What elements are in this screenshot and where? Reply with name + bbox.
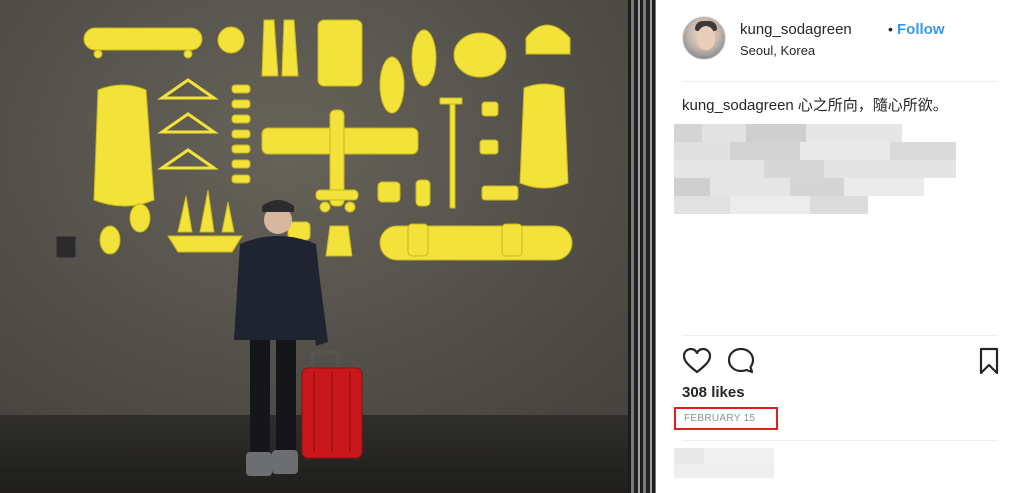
post-date[interactable]: FEBRUARY 15 — [684, 413, 755, 424]
caption-username-link[interactable]: kung_sodagreen — [682, 97, 794, 114]
post-side-panel: kung_sodagreen • Follow Seoul, Korea kun… — [656, 0, 1024, 493]
yellow-hanger-2 — [157, 112, 219, 134]
date-divider — [682, 440, 998, 441]
yellow-fin-left — [261, 19, 279, 77]
post-header: kung_sodagreen • Follow Seoul, Korea — [682, 16, 998, 64]
header-divider — [682, 81, 998, 82]
wall-plaque — [55, 235, 77, 259]
red-suitcase — [301, 350, 363, 459]
yellow-helmet-2 — [525, 24, 571, 55]
yellow-hat — [453, 32, 507, 78]
yellow-hanger-1 — [157, 78, 219, 100]
yellow-helmet — [217, 26, 245, 54]
username-link[interactable]: kung_sodagreen — [740, 21, 852, 38]
date-highlight-box: FEBRUARY 15 — [674, 407, 778, 430]
yellow-fin-right — [281, 19, 299, 77]
post-photo[interactable] — [0, 0, 656, 493]
yellow-boot-2 — [325, 225, 353, 257]
bookmark-icon[interactable] — [974, 346, 1004, 376]
yellow-backpack — [93, 84, 155, 207]
yellow-boot — [411, 29, 437, 87]
follow-button[interactable]: Follow — [897, 21, 945, 38]
location-link[interactable]: Seoul, Korea — [740, 43, 815, 58]
yellow-shoe — [379, 56, 405, 114]
photo-scene — [55, 19, 573, 476]
likes-count[interactable]: 308 likes — [682, 384, 745, 401]
caption-text: 心之所向，隨心所欲。 — [797, 97, 948, 114]
post-caption: kung_sodagreen 心之所向，隨心所欲。 — [682, 97, 998, 115]
yellow-ice-axe — [449, 101, 456, 209]
post-actions — [682, 346, 999, 376]
yellow-golf-bag — [519, 83, 569, 189]
avatar[interactable] — [682, 16, 726, 60]
follow-separator: • — [888, 21, 893, 37]
avatar-face — [697, 26, 715, 50]
actions-divider — [682, 335, 998, 336]
yellow-ship — [167, 235, 243, 253]
yellow-hanger-3 — [157, 148, 219, 170]
yellow-suitcase-small — [317, 19, 363, 87]
comment-bubble-icon[interactable] — [726, 346, 756, 376]
yellow-skateboard — [83, 27, 203, 51]
heart-icon[interactable] — [682, 346, 712, 376]
